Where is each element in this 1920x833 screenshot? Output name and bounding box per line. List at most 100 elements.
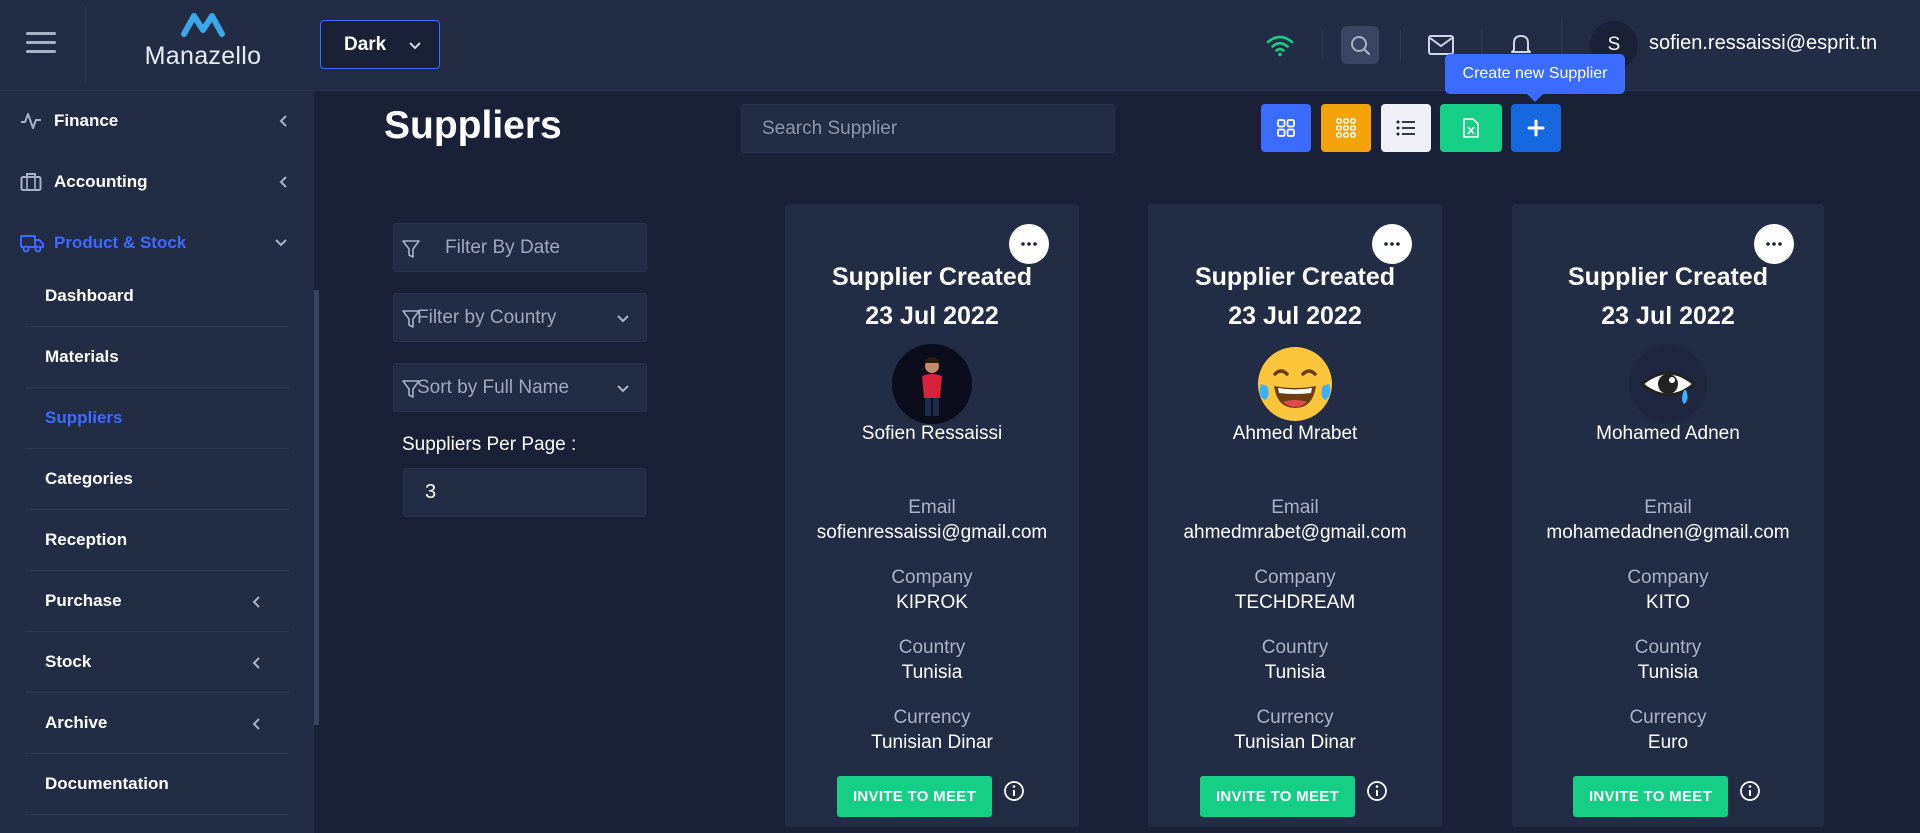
country-value: Tunisia <box>1637 662 1699 683</box>
chevron-down-icon <box>275 239 287 247</box>
chevron-down-icon <box>409 42 421 50</box>
country-label: Country <box>1261 637 1329 658</box>
chevron-left-icon <box>279 176 287 188</box>
chevron-left-icon <box>252 718 260 730</box>
filter-country-label: Filter by Country <box>417 306 557 328</box>
sidebar-item-materials[interactable]: Materials <box>25 327 289 388</box>
company-value: KIPROK <box>896 592 968 613</box>
sidebar-item-purchase[interactable]: Purchase <box>25 571 289 632</box>
sidebar-item-categories[interactable]: Categories <box>25 449 289 510</box>
wifi-icon[interactable] <box>1261 26 1299 64</box>
supplier-avatar <box>1255 344 1335 424</box>
sort-label: Sort by Full Name <box>417 376 570 398</box>
invite-to-meet-button[interactable]: INVITE TO MEET <box>1573 776 1728 817</box>
invite-to-meet-button[interactable]: INVITE TO MEET <box>837 776 992 817</box>
info-icon[interactable] <box>1366 780 1388 802</box>
sidebar: Finance Accounting Product & Stock Dashb… <box>0 91 314 833</box>
header-divider <box>1400 30 1401 60</box>
sidebar-item-label: Dashboard <box>45 286 134 305</box>
app-logo[interactable]: Manazello <box>138 10 268 76</box>
sidebar-item-label: Materials <box>45 347 119 366</box>
country-value: Tunisia <box>1264 662 1326 683</box>
sidebar-item-archive[interactable]: Archive <box>25 693 289 754</box>
supplier-card: Supplier Created 23 Jul 2022 Sofien Ress… <box>785 204 1079 827</box>
activity-icon <box>21 113 41 129</box>
create-supplier-tooltip: Create new Supplier <box>1445 54 1625 102</box>
theme-select[interactable]: Dark <box>320 20 440 69</box>
sidebar-item-label: Stock <box>45 652 92 671</box>
briefcase-icon <box>20 173 42 191</box>
email-label: Email <box>1271 497 1319 518</box>
chevron-left-icon <box>252 596 260 608</box>
truck-icon <box>20 235 44 253</box>
sidebar-item-label: Finance <box>54 111 119 130</box>
sidebar-item-product-stock[interactable]: Product & Stock <box>0 213 314 273</box>
chevron-down-icon <box>617 385 629 393</box>
supplier-avatar <box>892 344 972 424</box>
sidebar-item-label: Product & Stock <box>54 233 187 252</box>
sidebar-scrollbar[interactable] <box>314 290 319 725</box>
sidebar-item-accounting[interactable]: Accounting <box>0 152 314 212</box>
list-icon <box>1396 120 1415 136</box>
plus-icon <box>1527 119 1545 137</box>
sidebar-item-dashboard[interactable]: Dashboard <box>25 266 289 327</box>
more-options-icon[interactable] <box>1754 224 1794 264</box>
compact-grid-button[interactable] <box>1321 104 1371 152</box>
hamburger-menu-icon[interactable] <box>26 32 56 54</box>
invite-to-meet-button[interactable]: INVITE TO MEET <box>1200 776 1355 817</box>
card-title: Supplier Created <box>1567 263 1769 291</box>
page-title: Suppliers <box>384 104 562 147</box>
sidebar-item-documentation[interactable]: Documentation <box>25 754 289 815</box>
sidebar-item-reception[interactable]: Reception <box>25 510 289 571</box>
sidebar-item-label: Reception <box>45 530 128 549</box>
company-label: Company <box>1254 567 1336 588</box>
sidebar-item-label: Accounting <box>54 172 148 191</box>
list-view-button[interactable] <box>1381 104 1431 152</box>
sidebar-item-stock[interactable]: Stock <box>25 632 289 693</box>
company-label: Company <box>891 567 973 588</box>
currency-value: Euro <box>1647 732 1689 753</box>
sidebar-item-label: Documentation <box>45 774 169 793</box>
supplier-avatar <box>1628 344 1708 424</box>
grid-view-button[interactable] <box>1261 104 1311 152</box>
logo-text: Manazello <box>144 42 262 70</box>
filter-by-date[interactable]: Filter By Date <box>393 223 647 272</box>
header-divider <box>85 6 86 84</box>
email-label: Email <box>908 497 956 518</box>
search-supplier-input[interactable] <box>741 104 1115 153</box>
filter-by-country[interactable]: Filter by Country <box>393 293 647 342</box>
sidebar-item-finance[interactable]: Finance <box>0 91 314 151</box>
supplier-name: Mohamed Adnen <box>1596 423 1740 444</box>
filter-date-label: Filter By Date <box>445 236 561 258</box>
username[interactable]: sofien.ressaissi@esprit.tn <box>1649 32 1877 55</box>
sidebar-item-label: Suppliers <box>45 408 123 427</box>
company-value: TECHDREAM <box>1234 592 1356 613</box>
top-header: Manazello Dark S sofien.ressaissi@esprit… <box>0 0 1920 91</box>
card-date: 23 Jul 2022 <box>1601 302 1735 330</box>
card-title: Supplier Created <box>1194 263 1396 291</box>
sidebar-item-label: Archive <box>45 713 108 732</box>
sidebar-item-suppliers[interactable]: Suppliers <box>25 388 289 449</box>
currency-label: Currency <box>1629 707 1707 728</box>
add-supplier-button[interactable] <box>1511 104 1561 152</box>
sidebar-item-label: Categories <box>45 469 133 488</box>
country-label: Country <box>898 637 966 658</box>
supplier-name: Ahmed Mrabet <box>1232 423 1358 444</box>
apps-grid-icon <box>1335 117 1357 139</box>
card-date: 23 Jul 2022 <box>1228 302 1362 330</box>
theme-select-value: Dark <box>344 33 387 55</box>
export-excel-button[interactable] <box>1440 104 1502 152</box>
email-label: Email <box>1644 497 1692 518</box>
search-icon[interactable] <box>1341 26 1379 64</box>
excel-file-icon <box>1463 118 1479 138</box>
country-value: Tunisia <box>901 662 963 683</box>
per-page-input[interactable]: 3 <box>403 468 646 517</box>
card-title: Supplier Created <box>831 263 1033 291</box>
more-options-icon[interactable] <box>1009 224 1049 264</box>
sort-by-full-name[interactable]: Sort by Full Name <box>393 363 647 412</box>
chevron-left-icon <box>279 115 287 127</box>
supplier-card: Supplier Created 23 Jul 2022 Mohamed Adn… <box>1512 204 1824 827</box>
more-options-icon[interactable] <box>1372 224 1412 264</box>
info-icon[interactable] <box>1003 780 1025 802</box>
info-icon[interactable] <box>1739 780 1761 802</box>
